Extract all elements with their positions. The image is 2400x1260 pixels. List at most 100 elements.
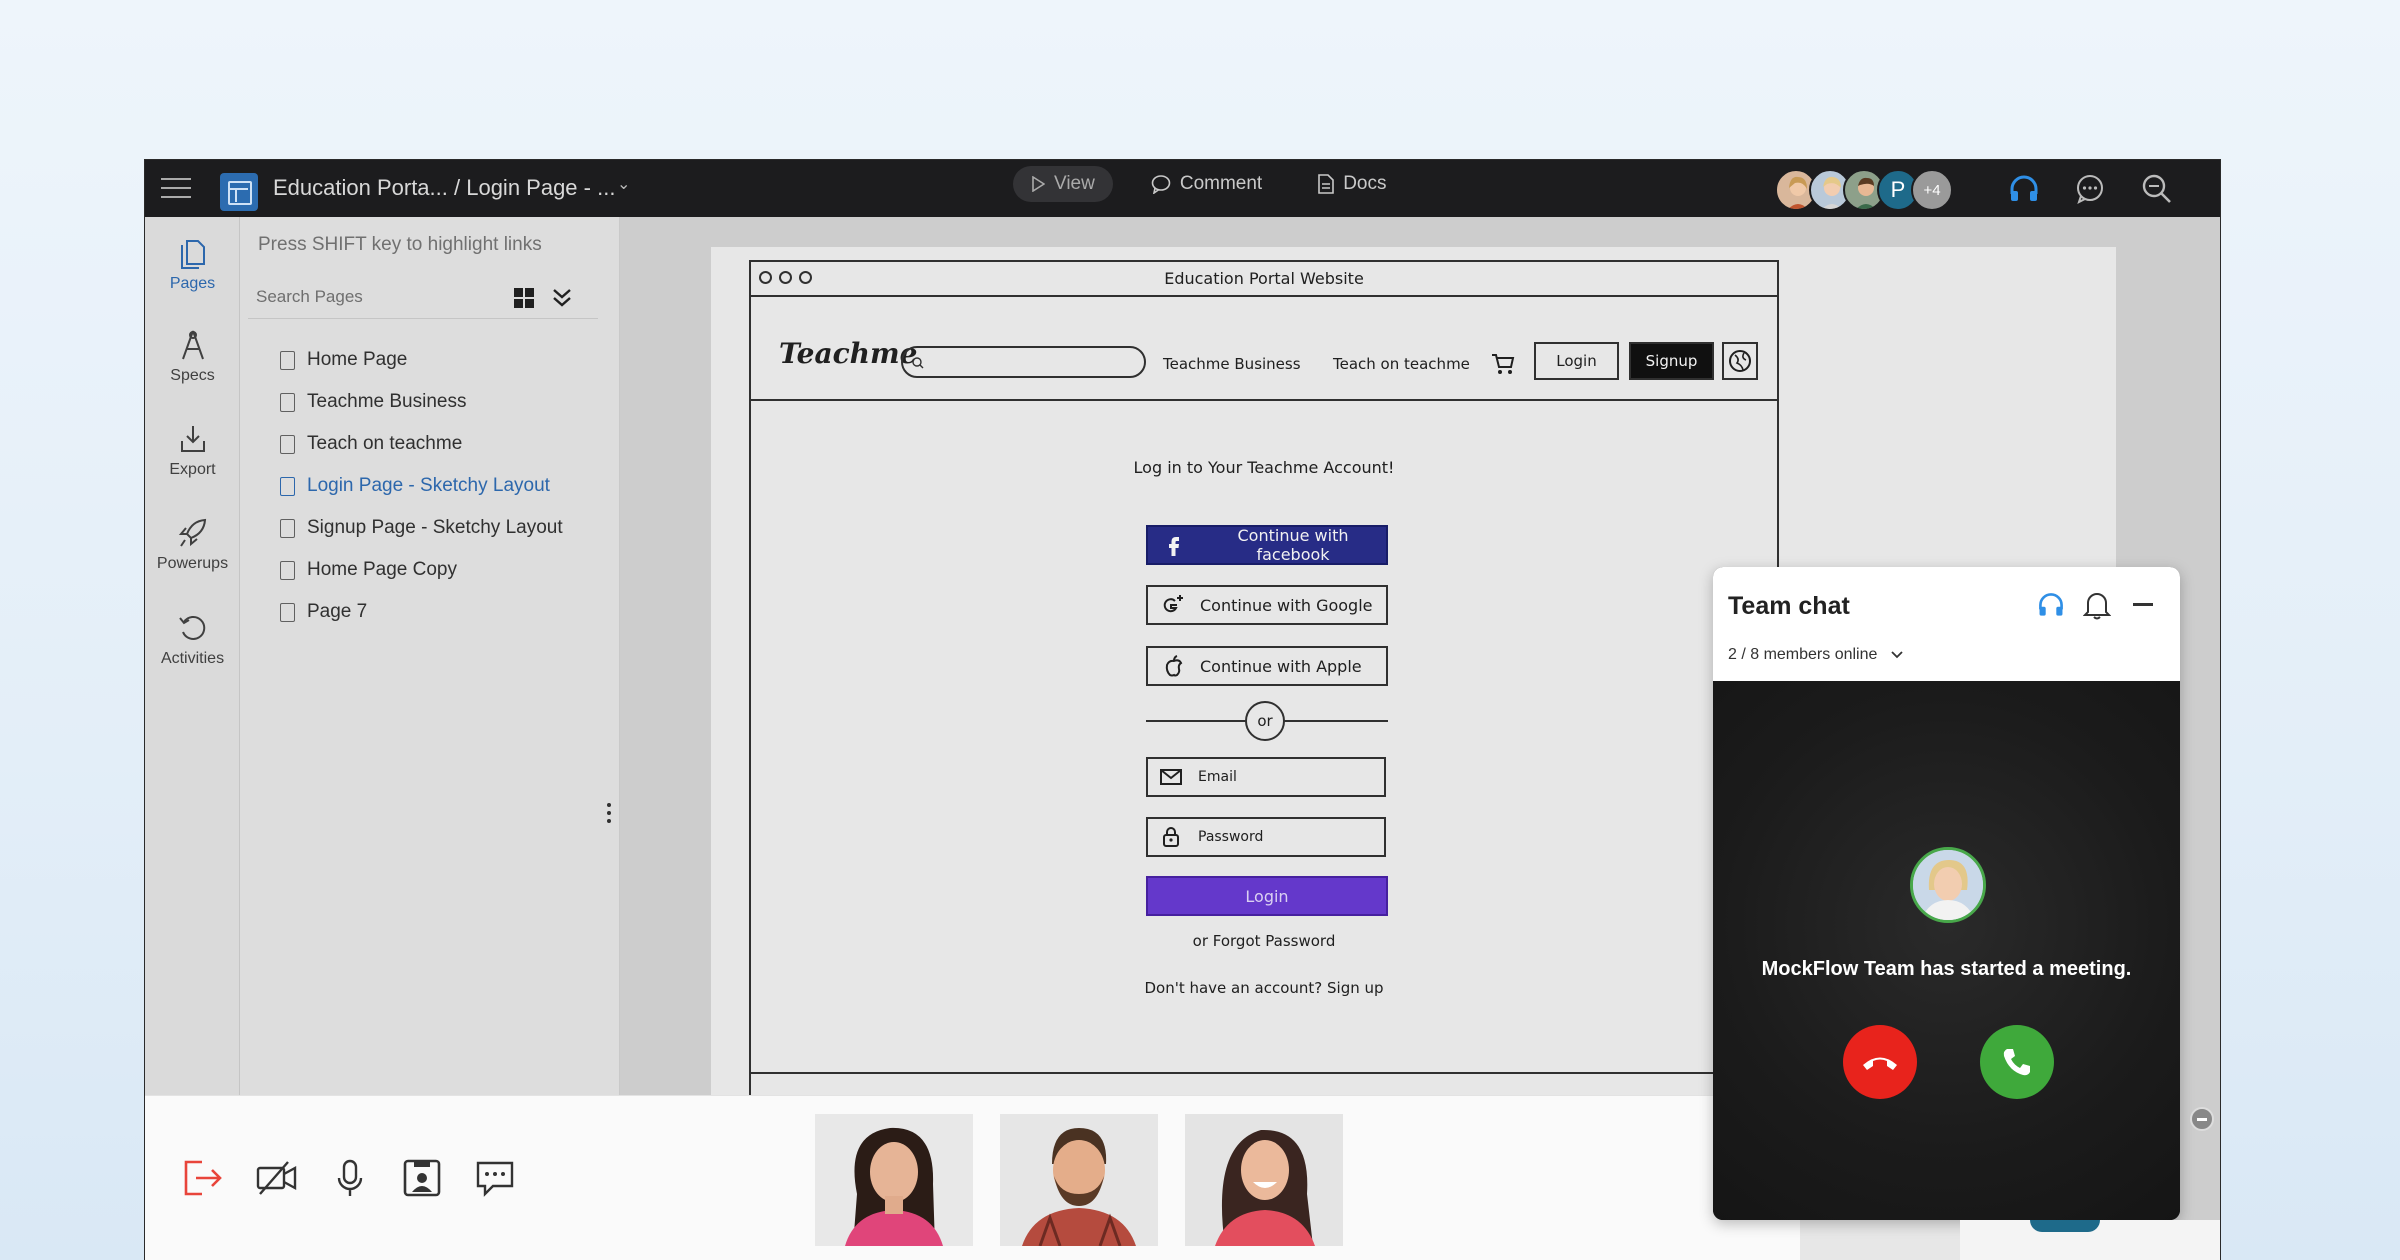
view-button[interactable]: View: [1013, 166, 1113, 202]
meeting-invite: MockFlow Team has started a meeting.: [1713, 681, 2180, 1220]
cart-icon: [1492, 354, 1515, 374]
comment-label: Comment: [1179, 173, 1263, 194]
center-tools: View Comment Docs: [1013, 166, 1405, 202]
rail-label-export: Export: [169, 461, 216, 478]
wireframe-title-bar: Education Portal Website: [751, 262, 1777, 297]
page-item-active[interactable]: Login Page - Sketchy Layout: [280, 465, 563, 507]
rail-label-powerups: Powerups: [156, 555, 229, 572]
participant-video[interactable]: [815, 1114, 973, 1246]
bottom-right-panel: [1960, 1220, 2220, 1260]
accept-call-button[interactable]: [1980, 1025, 2054, 1099]
page-list: Home Page Teachme Business Teach on teac…: [280, 339, 563, 633]
remove-badge-icon[interactable]: [2190, 1107, 2214, 1131]
docs-button[interactable]: Docs: [1300, 166, 1404, 202]
bell-icon[interactable]: [2083, 590, 2111, 620]
rail-item-pages[interactable]: Pages: [145, 237, 240, 293]
export-icon: [180, 426, 205, 452]
screen-share-icon[interactable]: [400, 1156, 444, 1200]
collaborator-avatars[interactable]: P +4: [1775, 169, 1953, 211]
play-icon: [1032, 176, 1045, 192]
chevron-down-icon[interactable]: ⌄: [617, 174, 630, 194]
wireframe-google-button: Continue with Google: [1146, 585, 1388, 625]
members-online-label: 2 / 8 members online: [1728, 646, 1878, 663]
lock-icon: [1163, 827, 1179, 847]
minimize-icon[interactable]: [2133, 603, 2153, 607]
rocket-icon: [178, 518, 206, 547]
pages-icon: [180, 240, 205, 269]
rail-item-export[interactable]: Export: [145, 423, 240, 479]
history-icon: [178, 615, 205, 640]
page-icon: [280, 476, 295, 496]
document-icon: [1318, 174, 1335, 194]
more-collaborators-badge[interactable]: +4: [1911, 169, 1953, 211]
chat-icon[interactable]: [2073, 172, 2107, 206]
page-icon: [280, 350, 295, 370]
rail-item-powerups[interactable]: Powerups: [145, 517, 240, 573]
menu-icon[interactable]: [161, 178, 191, 200]
or-label: or: [1245, 701, 1285, 741]
wireframe-brand: Teachme: [779, 337, 918, 370]
google-plus-icon: [1163, 595, 1183, 613]
grid-view-icon[interactable]: [513, 287, 535, 309]
view-label: View: [1054, 173, 1095, 194]
wireframe-submit-button: Login: [1146, 876, 1388, 916]
members-online-dropdown[interactable]: 2 / 8 members online: [1728, 646, 1904, 664]
page-label: Teachme Business: [307, 391, 467, 412]
page-item[interactable]: Home Page Copy: [280, 549, 563, 591]
comment-icon: [1151, 175, 1171, 194]
rail-item-activities[interactable]: Activities: [145, 612, 240, 668]
facebook-label: Continue with facebook: [1237, 526, 1349, 564]
rail-item-specs[interactable]: Specs: [145, 329, 240, 385]
apple-label: Continue with Apple: [1200, 656, 1362, 676]
page-label: Page 7: [307, 601, 368, 622]
rail-label-specs: Specs: [170, 367, 215, 384]
page-item[interactable]: Home Page: [280, 339, 563, 381]
participant-video[interactable]: [1000, 1114, 1158, 1246]
document-title[interactable]: Education Porta... / Login Page - ...: [273, 172, 615, 204]
rail-label-activities: Activities: [160, 650, 225, 667]
search-pages-input[interactable]: [256, 287, 486, 307]
page-item[interactable]: Teach on teachme: [280, 423, 563, 465]
comment-button[interactable]: Comment: [1133, 166, 1280, 202]
leave-meeting-icon[interactable]: [180, 1156, 224, 1200]
more-options-icon[interactable]: [605, 802, 613, 824]
hang-up-icon: [1863, 1057, 1897, 1070]
wireframe-or-divider: or: [1146, 701, 1388, 741]
app-logo-icon[interactable]: [220, 173, 258, 211]
mail-icon: [1160, 769, 1182, 785]
page-label: Login Page - Sketchy Layout: [307, 475, 550, 496]
meeting-bar: [145, 1095, 1800, 1260]
participant-video[interactable]: [1185, 1114, 1343, 1246]
headphones-icon[interactable]: [2036, 590, 2066, 620]
collapse-all-icon[interactable]: [551, 286, 573, 308]
wireframe-nav-teach: Teach on teachme: [1333, 355, 1470, 373]
decline-call-button[interactable]: [1843, 1025, 1917, 1099]
facebook-icon: [1169, 537, 1179, 556]
meeting-chat-icon[interactable]: [473, 1156, 517, 1200]
search-icon[interactable]: [2140, 172, 2174, 206]
shift-hint: Press SHIFT key to highlight links: [258, 234, 542, 255]
email-label: Email: [1198, 769, 1237, 785]
wireframe-apple-button: Continue with Apple: [1146, 646, 1388, 686]
page-item[interactable]: Page 7: [280, 591, 563, 633]
page-icon: [280, 392, 295, 412]
wireframe-email-field: Email: [1146, 757, 1386, 797]
wireframe-signup-button: Signup: [1629, 342, 1714, 380]
page-item[interactable]: Signup Page - Sketchy Layout: [280, 507, 563, 549]
search-pages-row: [248, 275, 598, 319]
wireframe-facebook-button: Continue with facebook: [1146, 525, 1388, 565]
top-bar: Education Porta... / Login Page - ... ⌄ …: [145, 160, 2220, 217]
page-icon: [280, 560, 295, 580]
host-avatar: [1910, 847, 1986, 923]
page-label: Teach on teachme: [307, 433, 463, 454]
camera-off-icon[interactable]: [255, 1156, 299, 1200]
headphones-icon[interactable]: [2007, 172, 2041, 206]
team-chat-header: Team chat 2 / 8 members online: [1713, 567, 2180, 681]
phone-icon: [2003, 1049, 2030, 1076]
wireframe-signup-prompt: Don't have an account? Sign up: [1144, 979, 1384, 997]
page-item[interactable]: Teachme Business: [280, 381, 563, 423]
chevron-down-icon: [1891, 651, 1903, 659]
microphone-icon[interactable]: [328, 1156, 372, 1200]
google-label: Continue with Google: [1200, 595, 1373, 615]
avatar: [2030, 1220, 2100, 1232]
